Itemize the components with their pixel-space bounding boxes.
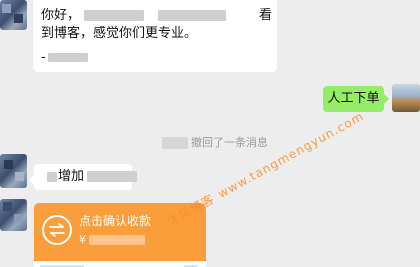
redacted-text	[47, 171, 57, 182]
redacted-text	[158, 10, 227, 21]
incoming-message[interactable]: 你好， 看 到博客，感觉你们更专业。 -	[33, 0, 277, 72]
watermark-site: www.tangmengyun.com	[215, 108, 367, 201]
redacted-name	[162, 137, 188, 149]
message-line: 你好，	[41, 6, 227, 25]
incoming-message[interactable]: 增加	[29, 164, 138, 190]
redacted-amount	[89, 235, 145, 245]
message-line-3: -	[41, 48, 88, 67]
message-text: 增加	[58, 169, 85, 184]
redacted-text	[84, 10, 145, 21]
my-avatar[interactable]	[392, 84, 420, 112]
redacted-text	[87, 171, 138, 182]
contact-avatar[interactable]	[0, 154, 27, 188]
outgoing-message[interactable]: 人工下单	[323, 86, 389, 112]
transfer-arrows-icon	[42, 215, 72, 245]
message-greeting: 你好，	[41, 8, 81, 23]
message-line-2: 到博客，感觉你们更专业。	[41, 26, 198, 41]
recall-notice-text: 撤回了一条消息	[191, 136, 268, 149]
contact-avatar[interactable]	[0, 199, 27, 231]
contact-avatar[interactable]	[0, 0, 27, 30]
transfer-footer	[34, 261, 206, 267]
transfer-amount: ¥	[79, 233, 145, 246]
message-line: 增加	[47, 167, 138, 186]
message-text-end: 看	[259, 8, 273, 23]
redacted-text	[47, 53, 88, 62]
currency-symbol: ¥	[79, 233, 86, 246]
transfer-title: 点击确认收款	[79, 214, 152, 228]
message-dash: -	[41, 50, 46, 65]
watermark: 沐风博客www.tangmengyun.com	[164, 107, 367, 230]
recall-notice: 撤回了一条消息	[162, 134, 268, 150]
